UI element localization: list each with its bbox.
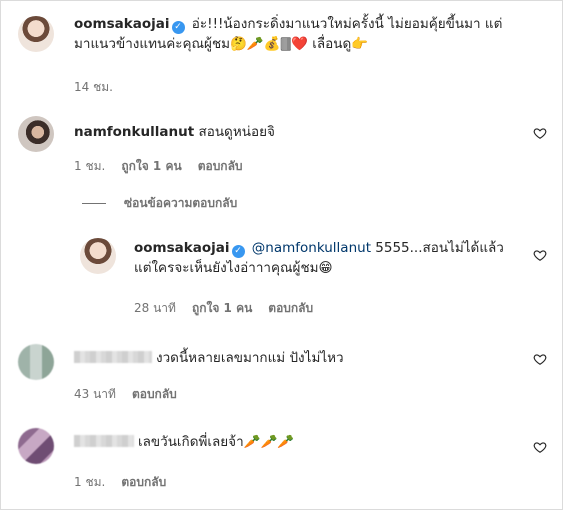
heart-outline-icon[interactable] bbox=[533, 440, 547, 454]
timestamp: 28 นาที bbox=[134, 301, 176, 315]
likes-count[interactable]: ถูกใจ 1 คน bbox=[121, 157, 181, 176]
comment-meta: 28 นาที ถูกใจ 1 คน ตอบกลับ bbox=[134, 299, 313, 318]
avatar[interactable] bbox=[80, 238, 116, 274]
comment-text: เลขวันเกิดพี่เลยจ้า🥕🥕🥕 bbox=[138, 434, 295, 450]
avatar[interactable] bbox=[18, 428, 54, 464]
verified-badge-icon: ✓ bbox=[231, 245, 245, 258]
comment-body: oomsakaojai ✓ @namfonkullanut 5555...สอนไ… bbox=[134, 238, 524, 278]
comment-text: สอนดูหน่อยจิ bbox=[198, 124, 275, 140]
username[interactable]: oomsakaojai bbox=[74, 16, 170, 32]
comment-meta: 1 ชม. ตอบกลับ bbox=[74, 473, 166, 492]
divider bbox=[82, 203, 106, 204]
comment-body: oomsakaojai ✓ อ่ะ!!!น้องกระดิ่งมาแนวใหม่ค… bbox=[74, 14, 504, 54]
timestamp: 14 ชม. bbox=[74, 80, 113, 94]
comment-meta: 43 นาที ตอบกลับ bbox=[74, 385, 177, 404]
comment-body: งวดนี้หลายเลขมากแม่ ปังไม่ไหว bbox=[74, 348, 514, 368]
timestamp: 1 ชม. bbox=[74, 159, 106, 173]
username[interactable]: oomsakaojai bbox=[134, 240, 230, 256]
heart-outline-icon[interactable] bbox=[533, 352, 547, 366]
comment-text: งวดนี้หลายเลขมากแม่ ปังไม่ไหว bbox=[156, 350, 344, 366]
avatar[interactable] bbox=[18, 116, 54, 152]
heart-outline-icon[interactable] bbox=[533, 126, 547, 140]
comment-body: เลขวันเกิดพี่เลยจ้า🥕🥕🥕 bbox=[74, 432, 514, 452]
verified-badge-icon: ✓ bbox=[171, 21, 185, 34]
heart-outline-icon[interactable] bbox=[533, 248, 547, 262]
likes-count[interactable]: ถูกใจ 1 คน bbox=[192, 299, 252, 318]
avatar[interactable] bbox=[18, 344, 54, 380]
reply-button[interactable]: ตอบกลับ bbox=[121, 473, 166, 492]
comment-body: namfonkullanut สอนดูหน่อยจิ bbox=[74, 122, 514, 142]
timestamp: 43 นาที bbox=[74, 387, 116, 401]
timestamp: 1 ชม. bbox=[74, 475, 106, 489]
reply-button[interactable]: ตอบกลับ bbox=[268, 299, 313, 318]
avatar[interactable] bbox=[18, 16, 54, 52]
comment-meta: 14 ชม. bbox=[74, 78, 113, 97]
comment-meta: 1 ชม. ถูกใจ 1 คน ตอบกลับ bbox=[74, 157, 243, 176]
username[interactable]: namfonkullanut bbox=[74, 124, 194, 140]
username-redacted bbox=[74, 435, 134, 447]
username-redacted bbox=[74, 351, 152, 363]
mention-link[interactable]: @namfonkullanut bbox=[252, 240, 371, 256]
reply-button[interactable]: ตอบกลับ bbox=[132, 385, 177, 404]
reply-button[interactable]: ตอบกลับ bbox=[198, 157, 243, 176]
hide-replies-button[interactable]: ซ่อนข้อความตอบกลับ bbox=[124, 194, 237, 213]
